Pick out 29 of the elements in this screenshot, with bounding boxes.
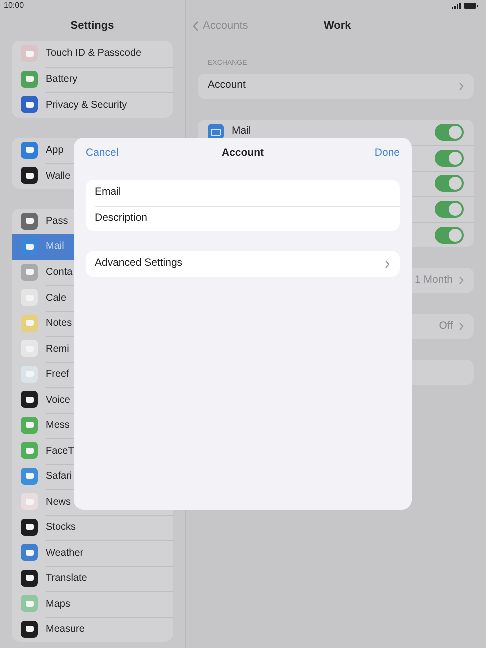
sidebar-label: Remi (46, 342, 70, 357)
sidebar-label: Battery (46, 73, 78, 88)
sidebar-label: News (46, 496, 72, 510)
sidebar-label: Translate (46, 572, 88, 586)
sidebar-label: Weather (46, 546, 84, 561)
sidebar-label: Measure (46, 623, 85, 638)
status-time: 10:00 (4, 2, 24, 10)
sidebar-label: Conta (46, 266, 73, 280)
sidebar-label: Walle (46, 170, 71, 184)
sidebar-label: Mess (46, 419, 70, 434)
sidebar-label: Freef (46, 368, 70, 382)
sidebar-label: Maps (46, 598, 70, 612)
sidebar-label: Pass (46, 214, 68, 229)
row-value: 1 Month (415, 273, 453, 288)
sidebar-label: Stocks (46, 521, 76, 536)
sidebar-label: Safari (46, 470, 72, 484)
detail-title: Work (324, 18, 352, 34)
sidebar-label: Voice (46, 394, 70, 408)
sidebar-title: Settings (70, 18, 114, 34)
sidebar-label: App (46, 144, 64, 158)
sidebar-label: Touch ID & Passcode (46, 47, 142, 62)
sidebar-label: Cale (46, 292, 67, 306)
sidebar-label: Privacy & Security (46, 98, 128, 113)
sidebar-label: FaceT (46, 444, 74, 459)
sidebar-label: Mail (46, 240, 64, 254)
row-value: Off (439, 319, 453, 334)
sidebar-label: Notes (46, 317, 72, 332)
toggle-label: Mail (232, 124, 252, 140)
sheet-title: Account (222, 146, 264, 162)
